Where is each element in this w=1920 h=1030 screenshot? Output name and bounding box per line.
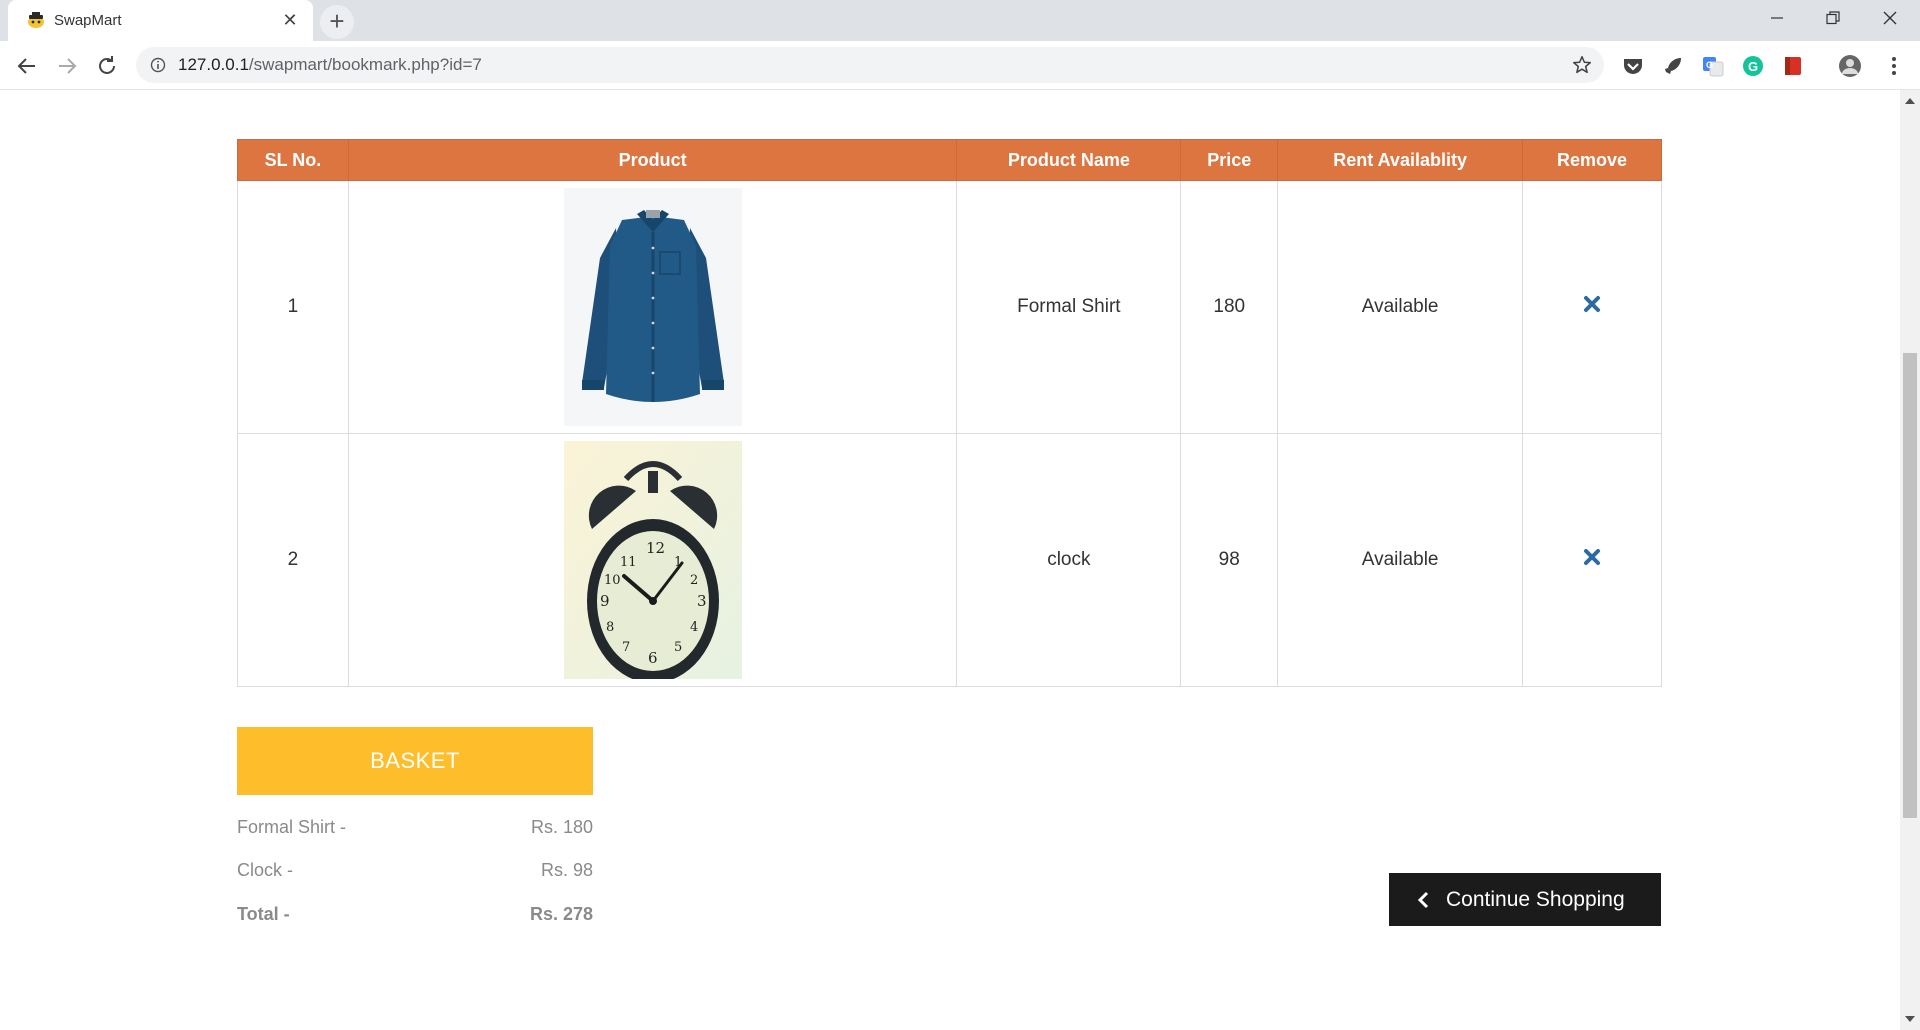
continue-shopping-button[interactable]: Continue Shopping: [1389, 873, 1661, 926]
svg-text:8: 8: [606, 620, 614, 635]
browser-tab[interactable]: SwapMart ✕: [8, 0, 313, 41]
profile-avatar-icon[interactable]: [1838, 54, 1862, 78]
cell-price: 180: [1180, 180, 1279, 434]
red-extension-icon[interactable]: [1781, 54, 1805, 78]
table-row: 2 12 3 6 9 1 2 4 5 7 8 10 11 clock 98 Av…: [237, 433, 1662, 687]
translate-extension-icon[interactable]: G: [1701, 54, 1725, 78]
url-host: 127.0.0.1: [178, 55, 249, 74]
continue-shopping-label: Continue Shopping: [1446, 888, 1625, 911]
col-header-product-name: Product Name: [956, 139, 1182, 181]
cell-remove: [1522, 180, 1662, 434]
svg-text:7: 7: [622, 640, 630, 655]
grammarly-extension-icon[interactable]: G: [1741, 54, 1765, 78]
remove-icon[interactable]: [1583, 548, 1601, 566]
cell-availability: Available: [1277, 180, 1524, 434]
chevron-left-icon: [1417, 891, 1429, 909]
remove-icon[interactable]: [1583, 295, 1601, 313]
pocket-extension-icon[interactable]: [1621, 54, 1645, 78]
svg-text:4: 4: [690, 620, 698, 635]
col-header-remove: Remove: [1522, 139, 1662, 181]
browser-toolbar: 127.0.0.1/swapmart/bookmark.php?id=7 G G: [0, 41, 1920, 90]
svg-text:G: G: [1748, 59, 1758, 74]
restore-icon: [1826, 11, 1840, 25]
tab-close-icon[interactable]: ✕: [280, 10, 300, 30]
col-header-rent-availability: Rent Availablity: [1277, 139, 1524, 181]
basket-item-row: Formal Shirt - Rs. 180: [237, 817, 593, 843]
close-window-button[interactable]: [1867, 0, 1913, 36]
cell-product-image: [347, 180, 958, 434]
rocket-extension-icon[interactable]: [1661, 54, 1685, 78]
tab-title: SwapMart: [54, 12, 122, 29]
cell-remove: [1522, 433, 1662, 687]
basket-total-amount: Rs. 278: [529, 904, 593, 924]
restore-button[interactable]: [1810, 0, 1856, 36]
svg-text:5: 5: [674, 640, 682, 655]
table-header-row: SL No. Product Product Name Price Rent A…: [237, 139, 1662, 181]
bookmark-table: SL No. Product Product Name Price Rent A…: [237, 139, 1662, 687]
basket-total-label: Total -: [237, 904, 290, 924]
cell-sl-no: 1: [237, 180, 349, 434]
col-header-product: Product: [347, 139, 958, 181]
svg-text:6: 6: [648, 649, 658, 667]
basket-item-amount: Rs. 98: [540, 860, 593, 880]
cell-availability: Available: [1277, 433, 1524, 687]
basket-item-label: Clock -: [237, 860, 294, 880]
basket-total-row: Total - Rs. 278: [237, 904, 593, 930]
basket-button[interactable]: BASKET: [237, 727, 593, 795]
col-header-sl-no: SL No.: [237, 139, 349, 181]
url-text[interactable]: 127.0.0.1/swapmart/bookmark.php?id=7: [178, 55, 482, 75]
scroll-up-icon[interactable]: [1905, 98, 1915, 104]
svg-text:3: 3: [697, 592, 707, 610]
url-path: /swapmart/bookmark.php?id=7: [248, 55, 482, 74]
minimize-icon: [1771, 17, 1783, 19]
address-bar[interactable]: 127.0.0.1/swapmart/bookmark.php?id=7: [136, 47, 1604, 83]
basket-item-row: Clock - Rs. 98: [237, 860, 593, 886]
menu-kebab-icon[interactable]: [1882, 54, 1906, 78]
bookmark-star-icon[interactable]: [1571, 54, 1593, 76]
site-info-icon[interactable]: [150, 57, 166, 73]
minimize-button[interactable]: [1754, 0, 1800, 36]
svg-text:10: 10: [604, 573, 621, 588]
formal-shirt-image[interactable]: [563, 188, 742, 426]
svg-text:11: 11: [620, 555, 637, 570]
reload-icon[interactable]: [94, 53, 120, 79]
swapmart-favicon-icon: [28, 12, 44, 28]
scroll-down-icon[interactable]: [1905, 1016, 1915, 1022]
bookmark-page: SL No. Product Product Name Price Rent A…: [0, 90, 1900, 1030]
svg-text:2: 2: [690, 573, 698, 588]
svg-text:G: G: [1706, 60, 1713, 70]
cell-price: 98: [1180, 433, 1279, 687]
basket-item-amount: Rs. 180: [530, 817, 593, 837]
cell-product-image: 12 3 6 9 1 2 4 5 7 8 10 11: [347, 433, 958, 687]
table-row: 1 Formal Shirt 180 Available: [237, 180, 1662, 434]
close-icon: [1883, 11, 1897, 25]
scrollbar-thumb[interactable]: [1903, 353, 1917, 818]
forward-arrow-icon[interactable]: [54, 53, 80, 79]
svg-text:12: 12: [646, 539, 665, 557]
cell-sl-no: 2: [237, 433, 349, 687]
alarm-clock-image[interactable]: 12 3 6 9 1 2 4 5 7 8 10 11: [563, 441, 742, 679]
svg-text:9: 9: [600, 592, 610, 610]
new-tab-button[interactable]: +: [320, 5, 354, 39]
cell-product-name: clock: [956, 433, 1182, 687]
page-scrollbar[interactable]: [1900, 90, 1920, 1030]
basket-item-label: Formal Shirt -: [237, 817, 347, 837]
cell-product-name: Formal Shirt: [956, 180, 1182, 434]
col-header-price: Price: [1180, 139, 1279, 181]
back-arrow-icon[interactable]: [14, 53, 40, 79]
browser-tab-strip: SwapMart ✕ +: [0, 0, 1920, 41]
